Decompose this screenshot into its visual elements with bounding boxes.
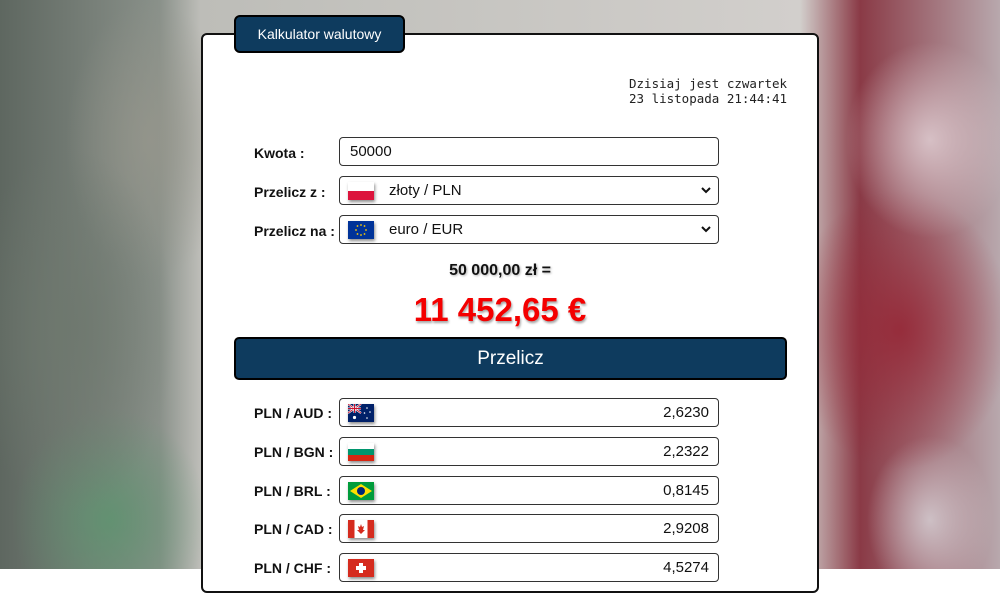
rate-pair-label: PLN / BGN : bbox=[254, 444, 334, 460]
rate-value: 4,5274 bbox=[663, 559, 709, 576]
from-currency-label: Przelicz z : bbox=[254, 184, 326, 200]
calculator-tab-title: Kalkulator walutowy bbox=[234, 15, 405, 53]
rate-value: 2,6230 bbox=[663, 404, 709, 421]
rate-field-chf[interactable]: 4,5274 bbox=[339, 553, 719, 582]
rate-pair-label: PLN / CAD : bbox=[254, 521, 333, 537]
rate-field-brl[interactable]: 0,8145 bbox=[339, 476, 719, 505]
rate-field-aud[interactable]: 2,6230 bbox=[339, 398, 719, 427]
to-currency-value: euro / EUR bbox=[389, 221, 464, 238]
rate-value: 0,8145 bbox=[663, 482, 709, 499]
chevron-down-icon bbox=[701, 226, 711, 233]
amount-input[interactable]: 50000 bbox=[339, 137, 719, 166]
current-date: Dzisiaj jest czwartek 23 listopada 21:44… bbox=[629, 76, 787, 106]
from-currency-value: złoty / PLN bbox=[389, 182, 462, 199]
australia-flag-icon bbox=[348, 404, 374, 422]
eu-flag-icon bbox=[348, 221, 374, 239]
from-currency-select[interactable]: złoty / PLN bbox=[339, 176, 719, 205]
rate-field-cad[interactable]: 2,9208 bbox=[339, 514, 719, 543]
poland-flag-icon bbox=[348, 182, 374, 200]
source-amount: 50 000,00 zł = bbox=[449, 262, 551, 279]
date-weekday: Dzisiaj jest czwartek bbox=[629, 76, 788, 91]
rate-pair-label: PLN / CHF : bbox=[254, 560, 331, 576]
rate-pair-label: PLN / BRL : bbox=[254, 483, 331, 499]
canada-flag-icon bbox=[348, 520, 374, 538]
amount-label: Kwota : bbox=[254, 145, 305, 161]
date-time: 23 listopada 21:44:41 bbox=[629, 91, 788, 106]
bulgaria-flag-icon bbox=[348, 443, 374, 461]
rate-value: 2,2322 bbox=[663, 443, 709, 460]
convert-button[interactable]: Przelicz bbox=[234, 337, 787, 380]
to-currency-label: Przelicz na : bbox=[254, 223, 335, 239]
converted-result: 11 452,65 € bbox=[413, 291, 587, 328]
rate-value: 2,9208 bbox=[663, 520, 709, 537]
switzerland-flag-icon bbox=[348, 559, 374, 577]
to-currency-select[interactable]: euro / EUR bbox=[339, 215, 719, 244]
brazil-flag-icon bbox=[348, 482, 374, 500]
chevron-down-icon bbox=[701, 187, 711, 194]
rate-field-bgn[interactable]: 2,2322 bbox=[339, 437, 719, 466]
amount-value: 50000 bbox=[350, 143, 392, 160]
rate-pair-label: PLN / AUD : bbox=[254, 405, 333, 421]
